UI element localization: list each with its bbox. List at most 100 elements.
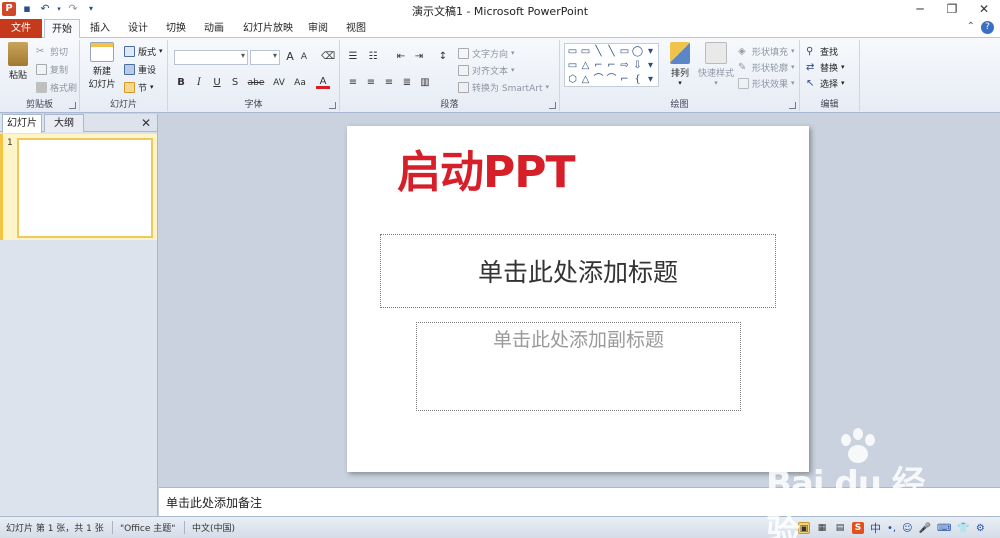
theme-name[interactable]: "Office 主题" <box>120 521 175 534</box>
tab-slideshow[interactable]: 幻灯片放映 <box>240 19 296 38</box>
font-name-combo[interactable] <box>174 50 248 65</box>
shape-gallery-item[interactable]: ╲ <box>605 45 618 59</box>
drawing-launcher-icon[interactable] <box>789 102 796 109</box>
text-direction-button[interactable]: 文字方向 ▾ <box>458 46 515 60</box>
subtitle-placeholder[interactable]: 单击此处添加副标题 <box>416 322 741 411</box>
layout-button[interactable]: 版式 ▾ <box>124 44 163 58</box>
close-icon[interactable]: ✕ <box>968 0 1000 19</box>
shape-gallery-item[interactable]: ▾ <box>644 45 657 59</box>
shape-gallery-item[interactable]: ⌐ <box>605 59 618 73</box>
cut-button[interactable]: ✂ 剪切 <box>36 44 68 58</box>
align-left-icon[interactable]: ≡ <box>346 76 360 90</box>
slide-thumbnail[interactable] <box>17 138 153 238</box>
strikethrough-button[interactable]: abe <box>246 76 266 90</box>
change-case-button[interactable]: Aa <box>291 76 309 90</box>
tab-design[interactable]: 设计 <box>122 19 154 38</box>
tab-animations[interactable]: 动画 <box>198 19 230 38</box>
slide-canvas[interactable]: 启动PPT 单击此处添加标题 单击此处添加副标题 <box>347 126 809 472</box>
keyboard-icon[interactable]: ⌨ <box>937 523 951 534</box>
font-color-button[interactable]: A <box>316 76 330 89</box>
user-icon[interactable]: 👕 <box>957 523 969 534</box>
grow-font-icon[interactable]: A <box>283 50 297 64</box>
tools-icon[interactable]: ⚙ <box>976 523 985 534</box>
shape-gallery-item[interactable]: ▭ <box>566 59 579 73</box>
shape-gallery-item[interactable]: ╲ <box>592 45 605 59</box>
shape-gallery-item[interactable]: ⌐ <box>618 73 631 87</box>
title-placeholder[interactable]: 单击此处添加标题 <box>380 234 776 308</box>
tab-slides-panel[interactable]: 幻灯片 <box>2 114 42 133</box>
punctuation-icon[interactable]: •, <box>887 523 896 534</box>
smartart-button[interactable]: 转换为 SmartArt ▾ <box>458 80 549 94</box>
tab-transitions[interactable]: 切换 <box>160 19 192 38</box>
reset-button[interactable]: 重设 <box>124 62 156 76</box>
underline-button[interactable]: U <box>210 76 224 90</box>
align-right-icon[interactable]: ≡ <box>382 76 396 90</box>
shape-gallery-item[interactable]: { <box>631 73 644 87</box>
decrease-indent-icon[interactable]: ⇤ <box>394 50 408 64</box>
font-launcher-icon[interactable] <box>329 102 336 109</box>
format-painter-button[interactable]: 格式刷 <box>36 80 77 94</box>
paste-button[interactable]: 粘贴 <box>4 42 32 81</box>
normal-view-icon[interactable]: ▣ <box>798 522 810 534</box>
tab-view[interactable]: 视图 <box>340 19 372 38</box>
shape-fill-button[interactable]: ◈ 形状填充 ▾ <box>738 44 795 58</box>
section-button[interactable]: 节 ▾ <box>124 80 154 94</box>
select-button[interactable]: ↖ 选择 ▾ <box>806 76 845 90</box>
shape-gallery-item[interactable]: △ <box>579 73 592 87</box>
close-panel-icon[interactable]: ✕ <box>141 116 151 130</box>
clear-format-icon[interactable]: ⌫ <box>321 50 335 64</box>
find-button[interactable]: ⚲ 查找 <box>806 44 838 58</box>
shrink-font-icon[interactable]: A <box>297 50 311 64</box>
tab-insert[interactable]: 插入 <box>84 19 116 38</box>
minimize-icon[interactable]: ─ <box>904 0 936 19</box>
align-text-button[interactable]: 对齐文本 ▾ <box>458 63 515 77</box>
shape-gallery-item[interactable]: ⬡ <box>566 73 579 87</box>
shape-gallery-item[interactable]: ▾ <box>644 73 657 87</box>
help-icon[interactable]: ? <box>981 21 994 34</box>
justify-icon[interactable]: ≣ <box>400 76 414 90</box>
clipboard-launcher-icon[interactable] <box>69 102 76 109</box>
copy-button[interactable]: 复制 <box>36 62 68 76</box>
tab-home[interactable]: 开始 <box>44 19 80 39</box>
microphone-icon[interactable]: 🎤 <box>919 523 931 534</box>
restore-icon[interactable]: ❐ <box>936 0 968 19</box>
replace-button[interactable]: ⇄ 替换 ▾ <box>806 60 845 74</box>
slide-thumbnail-row[interactable]: 1 <box>0 134 157 240</box>
new-slide-button[interactable]: 新建 幻灯片 <box>84 42 120 90</box>
minimize-ribbon-icon[interactable]: ⌃ <box>967 21 975 34</box>
tab-file[interactable]: 文件 <box>0 19 42 38</box>
language-indicator[interactable]: 中文(中国) <box>192 521 235 534</box>
bold-button[interactable]: B <box>174 76 188 90</box>
bullets-icon[interactable]: ☰ <box>346 50 360 64</box>
char-spacing-button[interactable]: AV <box>270 76 288 90</box>
slide-big-text[interactable]: 启动PPT <box>397 136 576 200</box>
ime-mode[interactable]: 中 <box>870 520 881 536</box>
numbering-icon[interactable]: ☷ <box>366 50 380 64</box>
shapes-gallery[interactable]: ▭ ▭ ╲ ╲ ▭ ◯ ▾ ▭ △ ⌐ ⌐ ⇨ ⇩ ▾ ⬡ △ ⌒ ⌒ ⌐{▾ <box>564 43 659 87</box>
line-spacing-icon[interactable]: ↕ <box>436 50 450 64</box>
shape-gallery-item[interactable]: ▭ <box>566 45 579 59</box>
font-size-combo[interactable] <box>250 50 280 65</box>
shape-gallery-item[interactable]: ⌒ <box>592 73 605 87</box>
shape-gallery-item[interactable]: ◯ <box>631 45 644 59</box>
arrange-button[interactable]: 排列 ▾ <box>664 42 696 87</box>
shape-outline-button[interactable]: ✎ 形状轮廓 ▾ <box>738 60 795 74</box>
shape-gallery-item[interactable]: ⇩ <box>631 59 644 73</box>
emoji-icon[interactable]: ☺ <box>902 523 912 534</box>
shape-gallery-item[interactable]: ⇨ <box>618 59 631 73</box>
shape-gallery-item[interactable]: ⌒ <box>605 73 618 87</box>
quick-styles-button[interactable]: 快速样式 ▾ <box>696 42 736 87</box>
italic-button[interactable]: I <box>192 76 206 90</box>
ime-logo-icon[interactable]: S <box>852 522 864 534</box>
slide-sorter-icon[interactable]: ▦ <box>816 522 828 534</box>
tab-review[interactable]: 审阅 <box>302 19 334 38</box>
shape-gallery-item[interactable]: ⌐ <box>592 59 605 73</box>
reading-view-icon[interactable]: ▤ <box>834 522 846 534</box>
text-shadow-button[interactable]: S <box>228 76 242 90</box>
increase-indent-icon[interactable]: ⇥ <box>412 50 426 64</box>
shape-gallery-item[interactable]: △ <box>579 59 592 73</box>
align-center-icon[interactable]: ≡ <box>364 76 378 90</box>
shape-gallery-item[interactable]: ▭ <box>618 45 631 59</box>
shape-gallery-item[interactable]: ▭ <box>579 45 592 59</box>
notes-pane[interactable]: 单击此处添加备注 <box>159 487 1000 516</box>
